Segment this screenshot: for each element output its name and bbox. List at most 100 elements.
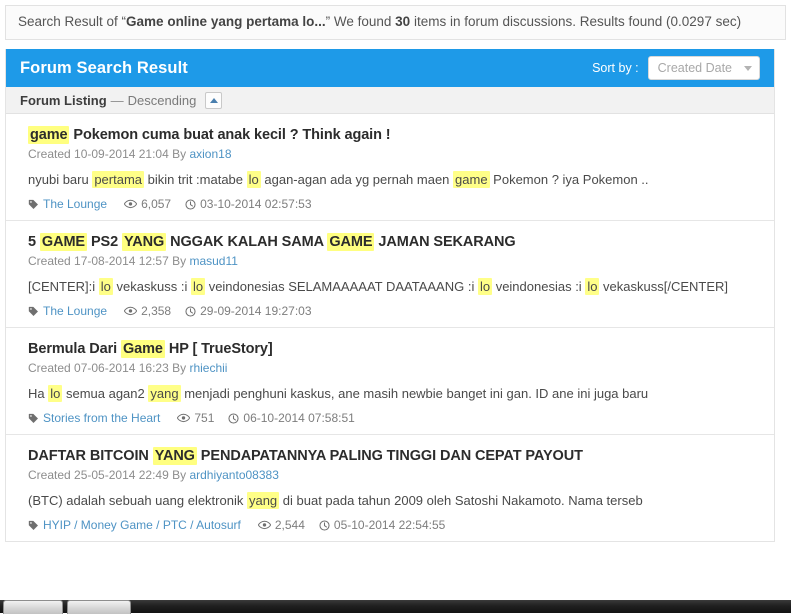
result-created-date: 07-06-2014 16:23 [74, 360, 169, 375]
search-result-item: DAFTAR BITCOIN YANG PENDAPATANNYA PALING… [6, 435, 774, 541]
result-category-link[interactable]: The Lounge [28, 197, 107, 211]
result-created-prefix: Created [28, 253, 75, 268]
result-snippet-highlight: yang [246, 492, 280, 510]
result-last-post-time: 05-10-2014 22:54:55 [319, 518, 445, 532]
result-title-text: NGGAK KALAH SAMA [166, 234, 328, 251]
result-snippet-highlight: yang [148, 385, 181, 403]
result-snippet-text: [CENTER]:i [28, 279, 99, 295]
result-snippet-text: Pokemon ? iya Pokemon .. [489, 172, 649, 188]
result-snippet: nyubi baru pertama bikin trit :matabe lo… [28, 171, 758, 190]
result-snippet: (BTC) adalah sebuah uang elektronik yang… [28, 492, 758, 511]
result-title-link[interactable]: Bermula Dari Game HP [ TrueStory] [28, 339, 758, 360]
result-title-link[interactable]: game Pokemon cuma buat anak kecil ? Thin… [28, 125, 758, 146]
forum-listing-subheader: Forum Listing — Descending [6, 87, 774, 115]
chevron-down-icon [744, 65, 752, 71]
result-last-post-time: 06-10-2014 07:58:51 [228, 411, 355, 426]
result-title-text: DAFTAR BITCOIN [28, 448, 153, 465]
result-title-text: PENDAPATANNYA PALING TINGGI DAN CEPAT PA… [196, 448, 583, 465]
result-created-line: Created 17-08-2014 12:57 By masud11 [28, 254, 758, 270]
result-created-line: Created 25-05-2014 22:49 By ardhiyanto08… [28, 468, 758, 484]
sort-direction-label: Descending [127, 92, 197, 108]
notice-count: 30 [395, 14, 411, 29]
sort-by-select[interactable]: Created Date [647, 56, 760, 81]
result-category-link[interactable]: Stories from the Heart [28, 411, 160, 425]
result-title-text: JAMAN SEKARANG [374, 234, 516, 251]
result-snippet-highlight: lo [98, 278, 113, 296]
notice-bar-wrapper: Search Result of “Game online yang perta… [0, 0, 791, 41]
result-title-link[interactable]: 5 GAME PS2 YANG NGGAK KALAH SAMA GAME JA… [28, 232, 758, 253]
result-created-prefix: Created [28, 360, 75, 375]
result-views-value: 6,057 [141, 197, 172, 212]
result-category-link[interactable]: HYIP / Money Game / PTC / Autosurf [28, 518, 241, 532]
forum-search-result-panel: Forum Search Result Sort by : Created Da… [5, 49, 775, 543]
result-category-label: The Lounge [43, 197, 108, 212]
result-created-date: 10-09-2014 21:04 [74, 146, 169, 161]
clock-icon [185, 199, 196, 210]
result-time-value: 06-10-2014 07:58:51 [243, 411, 355, 426]
forum-listing-label: Forum Listing [20, 92, 107, 108]
result-by-label: By [168, 360, 190, 375]
eye-icon [177, 413, 191, 423]
result-author-link[interactable]: axion18 [189, 147, 231, 161]
result-snippet-highlight: game [453, 171, 490, 189]
search-result-item: 5 GAME PS2 YANG NGGAK KALAH SAMA GAME JA… [6, 221, 774, 329]
result-view-count: 751 [177, 411, 214, 425]
result-title-highlight: game [28, 126, 70, 145]
result-snippet-highlight: lo [477, 278, 493, 296]
taskbar-button[interactable] [3, 600, 63, 614]
result-snippet-text: semua agan2 [62, 386, 149, 402]
result-title-text: HP [ TrueStory] [164, 341, 273, 358]
result-time-value: 03-10-2014 02:57:53 [200, 197, 312, 212]
tag-icon [28, 199, 39, 210]
result-views-value: 2,544 [274, 518, 305, 533]
eye-icon [257, 520, 271, 530]
result-snippet-text: veindonesias SELAMAAAAAT DAATAAANG :i [205, 279, 478, 295]
result-title-highlight: GAME [39, 233, 88, 252]
result-snippet-highlight: lo [246, 171, 261, 189]
page-title: Forum Search Result [20, 58, 188, 77]
result-snippet-text: nyubi baru [28, 172, 93, 188]
taskbar-button[interactable] [67, 600, 131, 614]
search-result-item: game Pokemon cuma buat anak kecil ? Thin… [6, 114, 774, 222]
sort-by-selected-value: Created Date [657, 61, 732, 76]
result-by-label: By [168, 253, 190, 268]
result-time-value: 05-10-2014 22:54:55 [333, 518, 446, 533]
result-title-highlight: YANG [152, 447, 197, 466]
sort-by-label: Sort by : [592, 61, 639, 76]
result-title-text: Pokemon cuma buat anak kecil ? Think aga… [69, 127, 391, 144]
result-snippet-highlight: lo [48, 385, 63, 403]
result-title-text: PS2 [87, 234, 122, 251]
result-snippet-text: menjadi penghuni kaskus, ane masih newbi… [180, 386, 649, 402]
result-author-link[interactable]: masud11 [189, 254, 237, 268]
result-snippet-text: vekaskuss[/CENTER] [599, 279, 729, 295]
result-title-highlight: GAME [327, 233, 375, 252]
result-author-link[interactable]: rhiechii [189, 361, 227, 375]
result-snippet-highlight: lo [190, 278, 206, 296]
clock-icon [228, 413, 239, 424]
result-title-text: Bermula Dari [28, 341, 121, 358]
search-results-list: game Pokemon cuma buat anak kecil ? Thin… [6, 114, 774, 542]
eye-icon [124, 306, 138, 316]
subheader-dash: — [110, 92, 124, 108]
result-title-link[interactable]: DAFTAR BITCOIN YANG PENDAPATANNYA PALING… [28, 446, 758, 467]
notice-mid: ” We found [325, 14, 396, 29]
result-snippet-highlight: lo [585, 278, 600, 296]
search-result-item: Bermula Dari Game HP [ TrueStory] Created… [6, 328, 774, 436]
result-snippet-text: veindonesias :i [492, 279, 586, 295]
result-snippet-text: agan-agan ada yg pernah maen [260, 172, 454, 188]
result-category-label: The Lounge [43, 304, 108, 319]
tag-icon [28, 413, 39, 424]
result-created-line: Created 07-06-2014 16:23 By rhiechii [28, 361, 758, 377]
result-created-date: 17-08-2014 12:57 [74, 253, 169, 268]
result-author-link[interactable]: ardhiyanto08383 [189, 468, 278, 482]
result-snippet-text: vekaskuss :i [112, 279, 191, 295]
result-last-post-time: 29-09-2014 19:27:03 [185, 304, 312, 319]
tag-icon [28, 306, 39, 317]
collapse-toggle-button[interactable] [205, 91, 223, 109]
notice-query: Game online yang pertama lo... [126, 14, 326, 29]
result-time-value: 29-09-2014 19:27:03 [200, 304, 312, 319]
caret-up-icon [209, 97, 218, 103]
result-created-date: 25-05-2014 22:49 [74, 467, 169, 482]
result-category-link[interactable]: The Lounge [28, 304, 107, 318]
result-created-prefix: Created [28, 146, 75, 161]
